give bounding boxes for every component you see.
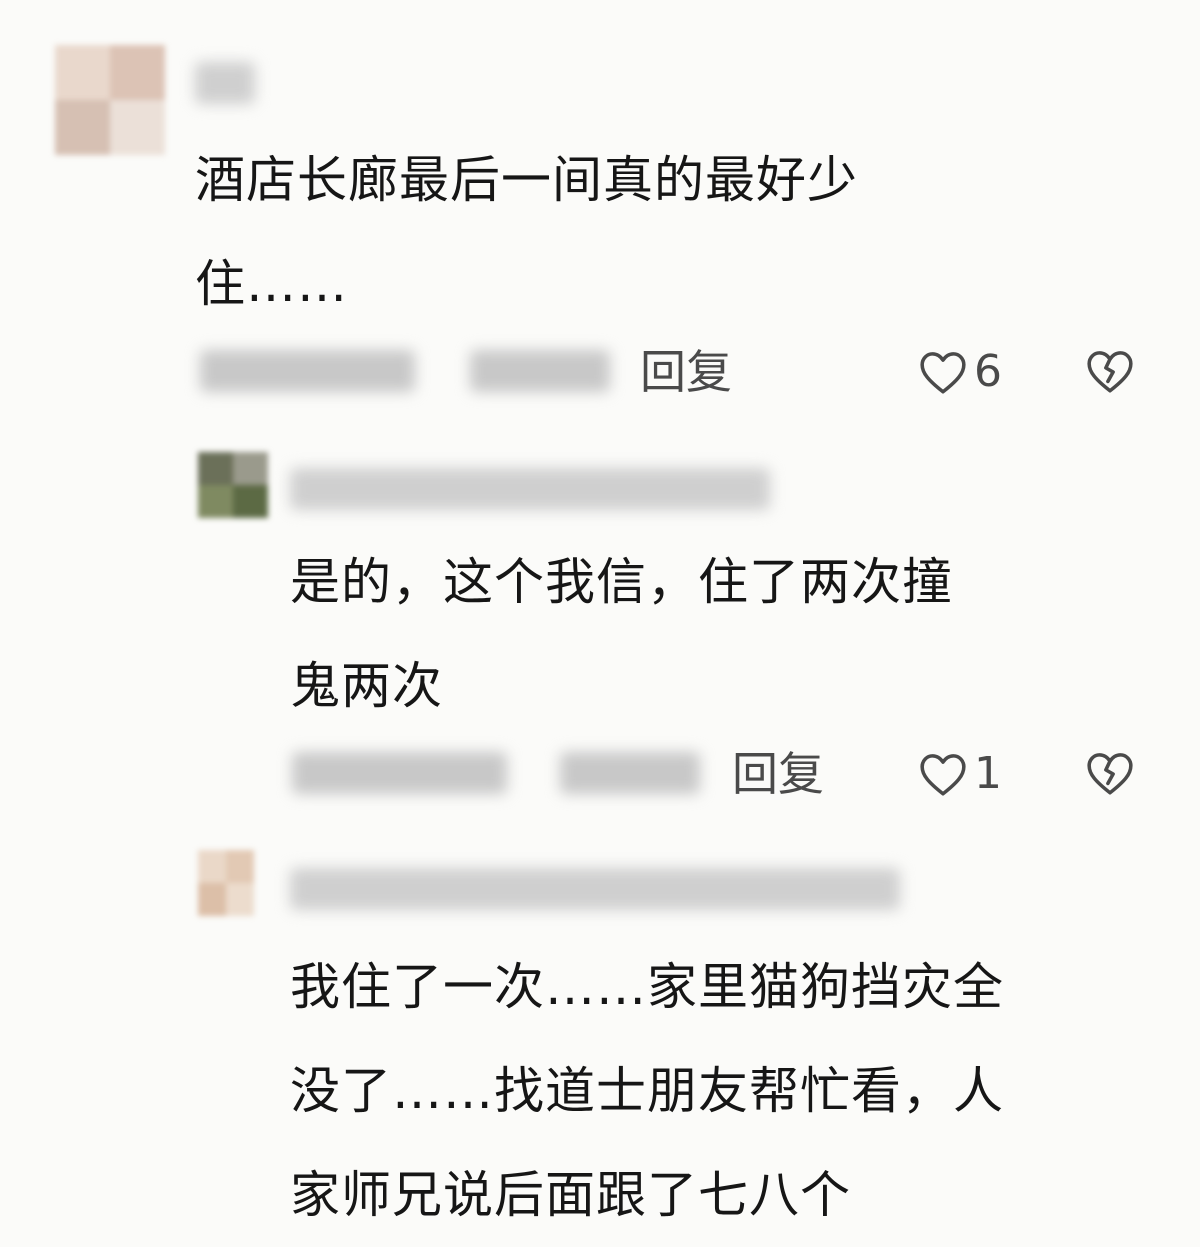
dislike-button[interactable] xyxy=(1085,348,1135,394)
avatar[interactable] xyxy=(198,452,268,518)
comment-text: 是的，这个我信，住了两次撞 鬼两次 xyxy=(290,530,953,738)
avatar[interactable] xyxy=(198,850,254,916)
comment-line: 我住了一次……家里猫狗挡灾全 xyxy=(290,958,1004,1016)
username-redacted[interactable] xyxy=(290,468,770,510)
username-redacted[interactable] xyxy=(195,62,255,104)
like-button[interactable]: 1 xyxy=(918,744,1002,804)
avatar[interactable] xyxy=(55,45,165,155)
like-count: 1 xyxy=(974,748,1002,799)
comment-text: 酒店长廊最后一间真的最好少 住…… xyxy=(195,128,858,336)
comment-line: 酒店长廊最后一间真的最好少 xyxy=(195,151,858,209)
timestamp-redacted xyxy=(292,752,507,794)
heart-outline-icon xyxy=(918,349,968,395)
heart-outline-icon xyxy=(918,751,968,797)
timestamp-redacted xyxy=(200,350,415,392)
comment-line: 没了……找道士朋友帮忙看，人 xyxy=(290,1062,1004,1120)
location-redacted xyxy=(470,350,610,392)
broken-heart-icon xyxy=(1085,348,1135,394)
like-count: 6 xyxy=(974,346,1002,397)
reply-button[interactable]: 回复 xyxy=(640,342,732,402)
username-redacted[interactable] xyxy=(290,868,900,910)
comment-line: 鬼两次 xyxy=(290,657,443,715)
like-button[interactable]: 6 xyxy=(918,342,1002,402)
dislike-button[interactable] xyxy=(1085,750,1135,796)
location-redacted xyxy=(560,752,700,794)
comment-text: 我住了一次……家里猫狗挡灾全 没了……找道士朋友帮忙看，人 家师兄说后面跟了七八… xyxy=(290,935,1004,1247)
comment-line: 是的，这个我信，住了两次撞 xyxy=(290,553,953,611)
comment-line: 住…… xyxy=(195,255,348,313)
comment-line: 家师兄说后面跟了七八个 xyxy=(290,1166,851,1224)
broken-heart-icon xyxy=(1085,750,1135,796)
reply-button[interactable]: 回复 xyxy=(732,744,824,804)
